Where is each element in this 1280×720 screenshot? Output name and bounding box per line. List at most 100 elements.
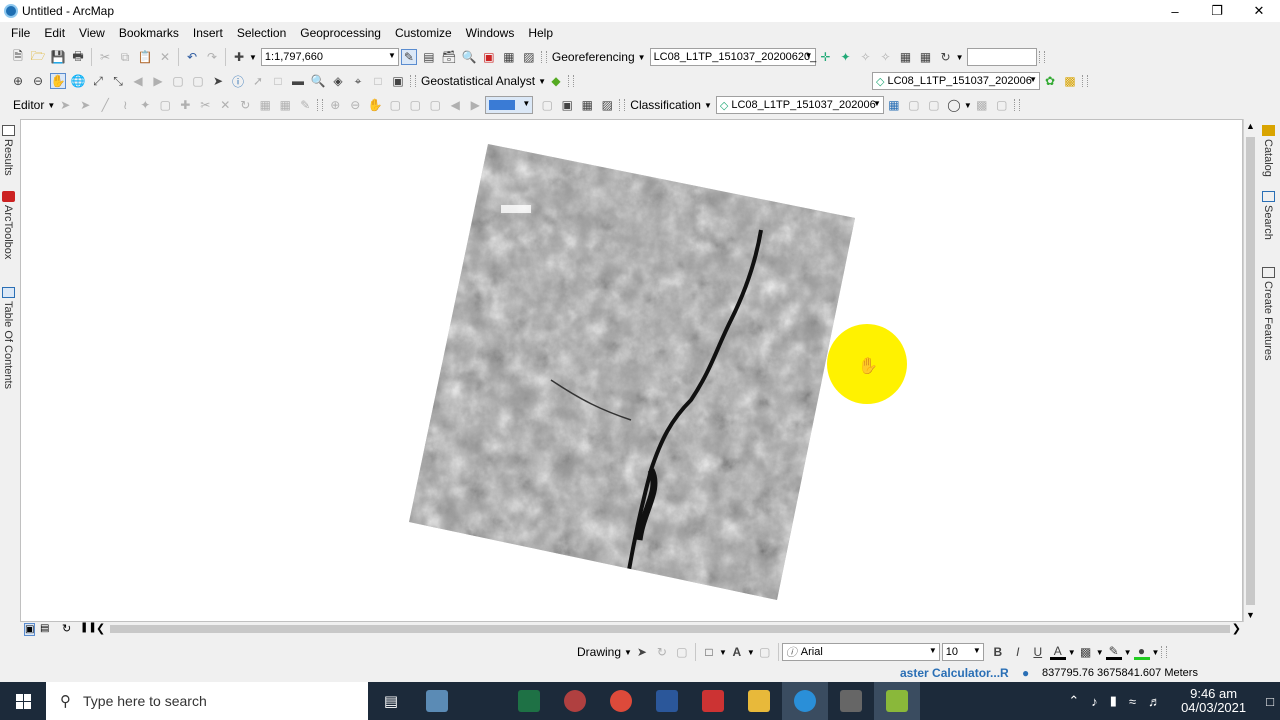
shift-icon[interactable]: ✧ xyxy=(878,49,894,65)
edit-vertices-icon[interactable]: ▢ xyxy=(157,97,173,113)
classification-layer-combo[interactable]: ◇ LC08_L1TP_151037_202006 ▼ xyxy=(715,96,884,114)
minimize-icon[interactable]: – xyxy=(1154,0,1196,22)
copy-icon[interactable]: ⧉ xyxy=(117,49,133,65)
menu-edit[interactable]: Edit xyxy=(37,26,72,40)
select-elements-icon[interactable]: ➤ xyxy=(210,73,226,89)
menu-selection[interactable]: Selection xyxy=(230,26,293,40)
clear-selection-icon[interactable]: ▢ xyxy=(190,73,206,89)
create-signature-icon[interactable]: ▢ xyxy=(906,97,922,113)
histogram-tool-icon[interactable]: ▩ xyxy=(974,97,990,113)
results-icon[interactable] xyxy=(2,125,15,136)
editor-toolbar-icon[interactable]: ✎ xyxy=(400,49,417,65)
select-elements-icon[interactable]: ➤ xyxy=(634,644,650,660)
add-control-points-icon[interactable]: ✛ xyxy=(818,49,834,65)
process-status[interactable]: aster Calculator...R xyxy=(900,666,1009,680)
zoom-to-selected-icon[interactable]: ▢ xyxy=(674,644,690,660)
vertex-icon[interactable]: ✦ xyxy=(137,97,153,113)
marker-color-icon[interactable]: ● xyxy=(1133,644,1150,660)
arctoolbox-tab[interactable]: ArcToolbox xyxy=(2,205,14,259)
taskbar-app-1[interactable] xyxy=(414,682,460,720)
new-document-icon[interactable]: 🗎 xyxy=(10,49,26,65)
create-features-tab[interactable]: Create Features xyxy=(1262,281,1274,360)
menu-help[interactable]: Help xyxy=(521,26,560,40)
taskbar-app-word[interactable] xyxy=(644,682,690,720)
go-back-layout-icon[interactable]: ◀ xyxy=(447,97,463,113)
python-icon[interactable]: ▦ xyxy=(501,49,517,65)
catalog-icon[interactable] xyxy=(1262,125,1275,136)
search-tab[interactable]: Search xyxy=(1262,205,1274,240)
catalog-icon[interactable]: 🗃 xyxy=(441,49,457,65)
geostatistical-wizard-icon[interactable]: ◆ xyxy=(548,73,564,89)
taskbar-app-10[interactable] xyxy=(874,682,920,720)
zoom-in-icon[interactable]: ⊕ xyxy=(10,73,26,89)
fixed-zoom-in-icon[interactable]: ⤢ xyxy=(90,73,106,89)
menu-file[interactable]: File xyxy=(4,26,37,40)
attributes-icon[interactable]: ▦ xyxy=(257,97,273,113)
vertical-scroll-thumb[interactable] xyxy=(1246,137,1255,605)
taskbar-search-box[interactable]: ⚲ Type here to search xyxy=(46,682,368,720)
redo-icon[interactable]: ↷ xyxy=(204,49,220,65)
print-icon[interactable]: 🖶 xyxy=(70,49,86,65)
zoom-100-icon[interactable]: ▢ xyxy=(407,97,423,113)
full-extent-icon[interactable]: 🌐 xyxy=(70,73,86,89)
microphone-icon[interactable]: ♪ xyxy=(1085,694,1104,709)
create-features-icon[interactable] xyxy=(1262,267,1275,278)
zoom-in-layout-icon[interactable]: ⊕ xyxy=(327,97,343,113)
html-popup-icon[interactable]: □ xyxy=(270,73,286,89)
split-icon[interactable]: ✕ xyxy=(217,97,233,113)
underline-button[interactable]: U xyxy=(1030,644,1046,660)
zoom-out-icon[interactable]: ⊖ xyxy=(30,73,46,89)
menu-geoprocessing[interactable]: Geoprocessing xyxy=(293,26,388,40)
measure-icon[interactable]: ▬ xyxy=(290,73,306,89)
curve-icon[interactable]: ≀ xyxy=(117,97,133,113)
undo-icon[interactable]: ↶ xyxy=(184,49,200,65)
menu-bookmarks[interactable]: Bookmarks xyxy=(112,26,186,40)
restore-icon[interactable]: ❐ xyxy=(1196,0,1238,22)
zoom-out-layout-icon[interactable]: ⊖ xyxy=(347,97,363,113)
data-driven-pages-icon[interactable]: ▨ xyxy=(599,97,615,113)
select-features-icon[interactable]: ▢ xyxy=(170,73,186,89)
delete-icon[interactable]: ✕ xyxy=(157,49,173,65)
focus-data-frame-icon[interactable]: ▣ xyxy=(559,97,575,113)
interactive-classification-icon[interactable]: ▢ xyxy=(994,97,1010,113)
rotate-feature-icon[interactable]: ↻ xyxy=(237,97,253,113)
taskbar-app-excel[interactable] xyxy=(506,682,552,720)
table-of-contents-tab[interactable]: Table Of Contents xyxy=(2,301,14,389)
vertical-scrollbar[interactable]: ▲ ▼ xyxy=(1243,119,1256,622)
georeferencing-label[interactable]: Georeferencing xyxy=(549,50,638,64)
font-size-combo[interactable]: 10 ▼ xyxy=(941,643,984,661)
scroll-down-icon[interactable]: ▼ xyxy=(1246,610,1255,620)
horizontal-scroll-thumb[interactable] xyxy=(110,625,1230,633)
training-sample-manager-icon[interactable]: ▦ xyxy=(886,97,902,113)
sketch-properties-icon[interactable]: ▦ xyxy=(277,97,293,113)
close-icon[interactable]: ✕ xyxy=(1238,0,1280,22)
rotate-icon[interactable]: ✧ xyxy=(858,49,874,65)
search-window-icon[interactable]: 🔍 xyxy=(461,49,477,65)
table-of-contents-icon[interactable]: ▤ xyxy=(421,49,437,65)
time-slider-icon[interactable]: □ xyxy=(370,73,386,89)
histogram-icon[interactable]: ▩ xyxy=(1062,73,1078,89)
cut-icon[interactable]: ✂ xyxy=(97,49,113,65)
bold-button[interactable]: B xyxy=(990,644,1006,660)
edit-vertices-icon[interactable]: ▢ xyxy=(757,644,773,660)
view-link-table-icon[interactable]: ▦ xyxy=(918,49,934,65)
map-display[interactable]: ✋ xyxy=(20,119,1243,622)
scroll-left-icon[interactable]: ❮ xyxy=(96,622,105,635)
add-data-icon[interactable]: ✚ xyxy=(231,49,247,65)
arctoolbox-icon[interactable] xyxy=(2,191,15,202)
taskbar-app-3[interactable] xyxy=(552,682,598,720)
layout-view-icon[interactable]: ▤ xyxy=(40,623,49,634)
find-icon[interactable]: 🔍 xyxy=(310,73,326,89)
line-color-icon[interactable]: ✎ xyxy=(1105,644,1122,660)
edit-annotation-icon[interactable]: ➤ xyxy=(77,97,93,113)
find-route-icon[interactable]: ◈ xyxy=(330,73,346,89)
taskbar-app-chrome-gis[interactable] xyxy=(598,682,644,720)
blank-combo[interactable] xyxy=(967,48,1038,66)
rectangle-icon[interactable]: □ xyxy=(701,644,717,660)
pause-drawing-icon[interactable]: ❚❚ xyxy=(80,622,97,633)
horizontal-scrollbar[interactable]: ▣ ▤ ↻ ❚❚ ❮ ❯ xyxy=(20,622,1243,636)
taskbar-app-9[interactable] xyxy=(828,682,874,720)
arctoolbox-icon[interactable]: ▣ xyxy=(481,49,497,65)
menu-customize[interactable]: Customize xyxy=(388,26,459,40)
pan-layout-icon[interactable]: ✋ xyxy=(367,97,383,113)
